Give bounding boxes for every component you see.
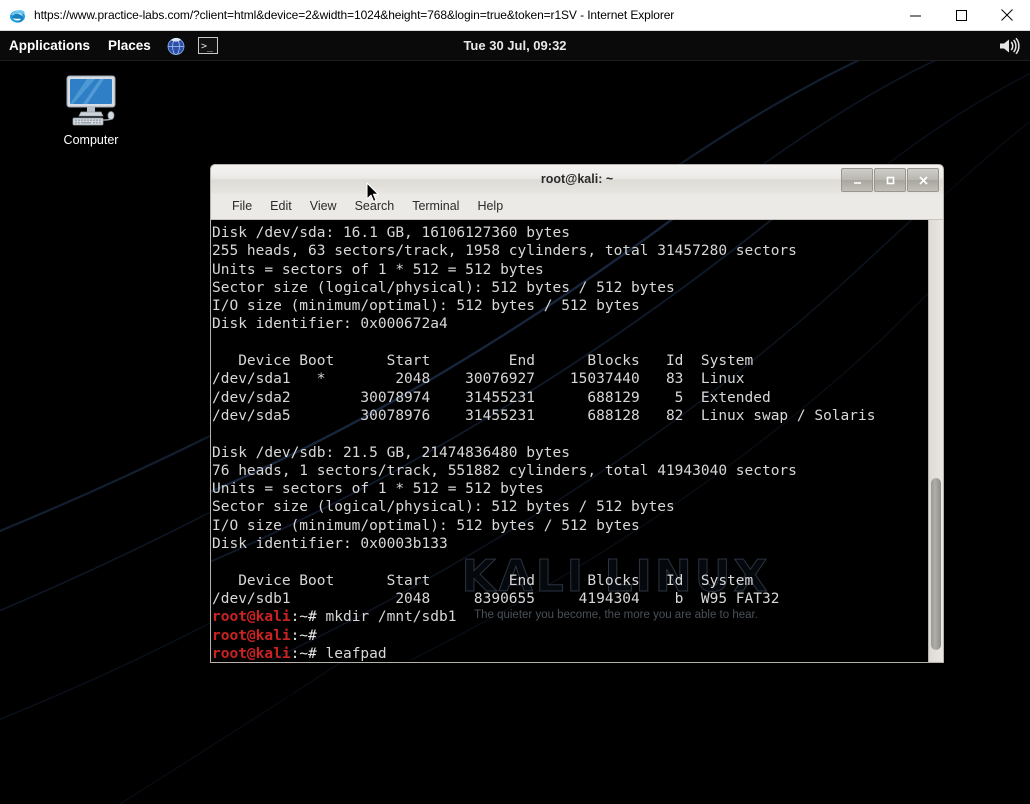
terminal-prompt-path: :~# xyxy=(291,646,326,662)
terminal-prompt-path: :~# xyxy=(291,628,326,644)
menu-item-file[interactable]: File xyxy=(223,194,261,219)
terminal-prompt-path: :~# xyxy=(291,609,326,625)
desktop-icon-label: Computer xyxy=(47,133,135,147)
terminal-output-line: Device Boot Start End Blocks Id System xyxy=(212,572,928,590)
terminal-minimize-button[interactable] xyxy=(841,168,873,192)
terminal-prompt-user: root@kali xyxy=(212,628,291,644)
terminal-command-text: leafpad xyxy=(326,646,387,662)
terminal-window-controls xyxy=(841,168,939,192)
terminal-output-line: /dev/sda2 30078974 31455231 688129 5 Ext… xyxy=(212,389,928,407)
terminal-titlebar[interactable]: root@kali: ~ xyxy=(210,164,944,194)
terminal-output-line: 255 heads, 63 sectors/track, 1958 cylind… xyxy=(212,242,928,260)
terminal-output-line: Disk identifier: 0x0003b133 xyxy=(212,535,928,553)
terminal-output-line: /dev/sdb1 2048 8390655 4194304 b W95 FAT… xyxy=(212,590,928,608)
browser-close-button[interactable] xyxy=(984,0,1030,30)
panel-menu-places[interactable]: Places xyxy=(99,31,160,61)
menu-item-search[interactable]: Search xyxy=(346,194,404,219)
svg-text:>_: >_ xyxy=(201,41,214,52)
terminal-window[interactable]: root@kali: ~ File Edit View Search Termi… xyxy=(210,164,944,693)
terminal-output-line: /dev/sda1 * 2048 30076927 15037440 83 Li… xyxy=(212,370,928,388)
terminal-command-line: root@kali:~# mkdir /mnt/sdb1 xyxy=(212,608,928,626)
terminal-icon[interactable]: >_ xyxy=(195,35,221,57)
menu-item-terminal[interactable]: Terminal xyxy=(403,194,468,219)
terminal-body[interactable]: KALI LINUX The quieter you become, the m… xyxy=(210,220,944,663)
menu-item-help[interactable]: Help xyxy=(468,194,512,219)
terminal-command-line: root@kali:~# xyxy=(212,627,928,645)
terminal-output-line: Disk /dev/sdb: 21.5 GB, 21474836480 byte… xyxy=(212,444,928,462)
menu-item-edit[interactable]: Edit xyxy=(261,194,301,219)
terminal-output-line: Disk /dev/sda: 16.1 GB, 16106127360 byte… xyxy=(212,224,928,242)
terminal-menubar: File Edit View Search Terminal Help xyxy=(210,194,944,220)
terminal-prompt-user: root@kali xyxy=(212,646,291,662)
gnome-top-panel: Applications Places >_ Tue 30 Jul, 09:32 xyxy=(0,31,1030,61)
terminal-output-line: I/O size (minimum/optimal): 512 bytes / … xyxy=(212,297,928,315)
panel-menu-applications[interactable]: Applications xyxy=(0,31,99,61)
terminal-output-line: Units = sectors of 1 * 512 = 512 bytes xyxy=(212,261,928,279)
browser-minimize-button[interactable] xyxy=(892,0,938,30)
terminal-scrollbar[interactable] xyxy=(928,220,943,662)
terminal-output-line: 76 heads, 1 sectors/track, 551882 cylind… xyxy=(212,462,928,480)
browser-titlebar: https://www.practice-labs.com/?client=ht… xyxy=(0,0,1030,31)
internet-explorer-icon xyxy=(9,7,26,24)
desktop[interactable]: Applications Places >_ Tue 30 Jul, 09:32 xyxy=(0,31,1030,804)
terminal-output-line: Sector size (logical/physical): 512 byte… xyxy=(212,279,928,297)
terminal-output-line xyxy=(212,334,928,352)
terminal-output-line xyxy=(212,425,928,443)
terminal-command-text: mkdir /mnt/sdb1 xyxy=(326,609,457,625)
menu-item-view[interactable]: View xyxy=(301,194,346,219)
terminal-screen[interactable]: KALI LINUX The quieter you become, the m… xyxy=(211,220,928,662)
terminal-close-button[interactable] xyxy=(907,168,939,192)
terminal-output-line: I/O size (minimum/optimal): 512 bytes / … xyxy=(212,517,928,535)
terminal-maximize-button[interactable] xyxy=(874,168,906,192)
terminal-prompt-user: root@kali xyxy=(212,609,291,625)
volume-icon[interactable] xyxy=(996,34,1022,58)
terminal-output-line xyxy=(212,553,928,571)
browser-maximize-button[interactable] xyxy=(938,0,984,30)
browser-title: https://www.practice-labs.com/?client=ht… xyxy=(34,8,892,22)
terminal-command-line: root@kali:~# leafpad xyxy=(212,645,928,662)
terminal-output-line: Sector size (logical/physical): 512 byte… xyxy=(212,498,928,516)
terminal-output: Disk /dev/sda: 16.1 GB, 16106127360 byte… xyxy=(211,220,928,662)
terminal-title: root@kali: ~ xyxy=(211,165,943,194)
terminal-output-line: Disk identifier: 0x000672a4 xyxy=(212,315,928,333)
desktop-icon-computer[interactable]: Computer xyxy=(47,73,135,147)
terminal-output-line: /dev/sda5 30078976 31455231 688128 82 Li… xyxy=(212,407,928,425)
terminal-scrollbar-thumb[interactable] xyxy=(931,478,941,650)
terminal-output-line: Units = sectors of 1 * 512 = 512 bytes xyxy=(212,480,928,498)
computer-icon xyxy=(59,73,123,129)
terminal-output-line: Device Boot Start End Blocks Id System xyxy=(212,352,928,370)
web-browser-icon[interactable] xyxy=(163,35,189,57)
